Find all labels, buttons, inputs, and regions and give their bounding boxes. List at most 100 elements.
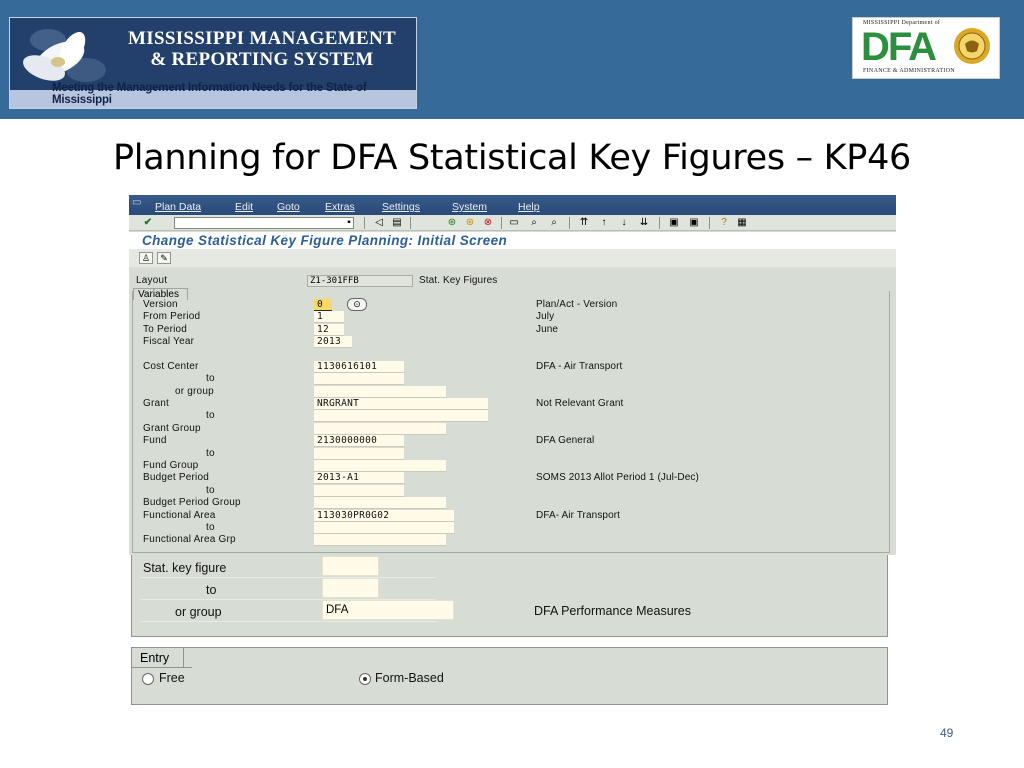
variable-field[interactable]: 12 [314,324,344,336]
variable-field[interactable]: 2013-A1 [314,472,404,484]
variable-field[interactable] [314,460,446,472]
shortcut-icon[interactable]: ▣ [687,217,701,229]
or-group-label: or group [175,605,222,619]
screen-title-bar: Change Statistical Key Figure Planning: … [129,232,896,249]
variable-label: Cost Center [143,361,199,372]
menu-system[interactable]: System [452,201,487,213]
variable-field[interactable]: 1 [314,311,344,323]
variable-field[interactable] [314,497,446,509]
find-icon[interactable]: ⌕ [527,217,541,229]
banner-title-line2: & REPORTING SYSTEM [150,49,374,70]
window-menu-icon[interactable]: ▭ [132,197,141,208]
new-session-icon[interactable]: ▣ [667,217,681,229]
variable-label: Grant Group [143,423,201,434]
menu-goto[interactable]: Goto [277,201,300,213]
back-left-icon[interactable]: ◁ [372,217,386,229]
previous-page-icon[interactable]: ↑ [597,217,611,229]
variable-field[interactable] [314,522,454,534]
variable-description: SOMS 2013 Allot Period 1 (Jul-Dec) [536,472,699,483]
screen-title: Change Statistical Key Figure Planning: … [142,233,508,248]
variable-field[interactable] [314,485,404,497]
enter-check-icon[interactable]: ✔ [141,217,155,229]
version-help-icon[interactable]: ⊙ [347,298,367,311]
state-seal-icon [954,28,990,64]
variable-description: DFA- Air Transport [536,510,621,521]
free-radio-label: Free [159,671,185,685]
help-icon[interactable]: ? [717,217,731,229]
variable-field[interactable]: 113030PR0G02 [314,510,454,522]
variable-field[interactable]: 0 [314,299,332,311]
variable-label: Fiscal Year [143,336,195,347]
variable-label: To Period [143,324,188,335]
variable-field[interactable] [314,373,404,385]
variable-field[interactable] [314,423,446,435]
person-icon[interactable]: ♙ [139,252,153,264]
variable-field[interactable]: 2130000000 [314,435,404,447]
stat-key-figure-label: Stat. key figure [143,561,227,575]
variable-field[interactable] [314,386,446,398]
variable-field[interactable] [314,448,404,460]
layout-menu-icon[interactable]: ▦ [735,217,749,229]
header-band: MISSISSIPPI MANAGEMENT & REPORTING SYSTE… [0,0,1024,119]
next-page-icon[interactable]: ↓ [617,217,631,229]
variable-label: Fund Group [143,460,199,471]
menu-help[interactable]: Help [518,201,540,213]
cancel-icon[interactable]: ⊗ [481,217,495,229]
print-icon[interactable]: ▭ [507,217,521,229]
stat-key-figure-to-row: to [140,578,436,600]
last-page-icon[interactable]: ⇊ [637,217,651,229]
slide-title: Planning for DFA Statistical Key Figures… [112,138,912,178]
variable-description: June [536,324,559,335]
variable-label: to [206,410,215,421]
variable-description: Not Relevant Grant [536,398,624,409]
variable-description: DFA General [536,435,595,446]
variable-label: to [206,448,215,459]
entry-group-box: Entry Free Form-Based [131,647,888,705]
overview-icon[interactable]: ✎ [157,252,171,264]
menu-extras[interactable]: Extras [325,201,355,213]
command-history-icon[interactable]: ▪ [342,217,356,229]
variable-field[interactable]: 1130616101 [314,361,404,373]
variable-field[interactable] [314,534,446,546]
layout-description: Stat. Key Figures [419,275,498,286]
variable-field[interactable]: NRGRANT [314,398,488,410]
save-icon[interactable]: ▤ [390,217,404,229]
back-icon[interactable]: ⊛ [445,217,459,229]
menu-plan-data[interactable]: Plan Data [155,201,201,213]
free-radio[interactable] [142,673,154,685]
menu-settings[interactable]: Settings [382,201,420,213]
page-number: 49 [940,726,954,740]
variable-label: Budget Period Group [143,497,241,508]
exit-icon[interactable]: ⊛ [463,217,477,229]
or-group-field[interactable]: DFA [322,600,454,620]
variable-description: July [536,311,555,322]
stat-key-figure-to-label: to [206,583,217,597]
banner-title-line1: MISSISSIPPI MANAGEMENT [128,28,396,49]
mmrs-banner: MISSISSIPPI MANAGEMENT & REPORTING SYSTE… [9,17,417,109]
variable-field[interactable] [314,410,488,422]
variable-label: Budget Period [143,472,209,483]
first-page-icon[interactable]: ⇈ [577,217,591,229]
variable-label: From Period [143,311,201,322]
stat-key-figure-to-field[interactable] [322,578,379,598]
entry-tab: Entry [136,648,185,668]
or-group-description: DFA Performance Measures [534,604,692,618]
variable-field[interactable]: 2013 [314,336,352,348]
command-field[interactable] [174,217,354,229]
variable-label: Grant [143,398,170,409]
layout-field[interactable]: Z1-301FFB [307,275,413,287]
sap-window: ▭ Plan Data Edit Goto Extras Settings Sy… [129,195,896,555]
variable-description: Plan/Act - Version [536,299,618,310]
find-next-icon[interactable]: ⌕ [547,217,561,229]
stat-key-figure-field[interactable] [322,556,379,576]
form-based-radio-label: Form-Based [375,671,444,685]
menu-bar: ▭ Plan Data Edit Goto Extras Settings Sy… [129,195,896,215]
application-toolbar: ♙ ✎ [129,249,896,267]
variable-label: to [206,373,215,384]
menu-edit[interactable]: Edit [235,201,253,213]
logo-dfa-text: DFA [861,25,937,69]
variable-label: Version [143,299,178,310]
stat-key-figure-area: Stat. key figure to or group DFA DFA Per… [131,555,888,637]
variable-label: or group [175,386,214,397]
form-based-radio[interactable] [359,673,371,685]
